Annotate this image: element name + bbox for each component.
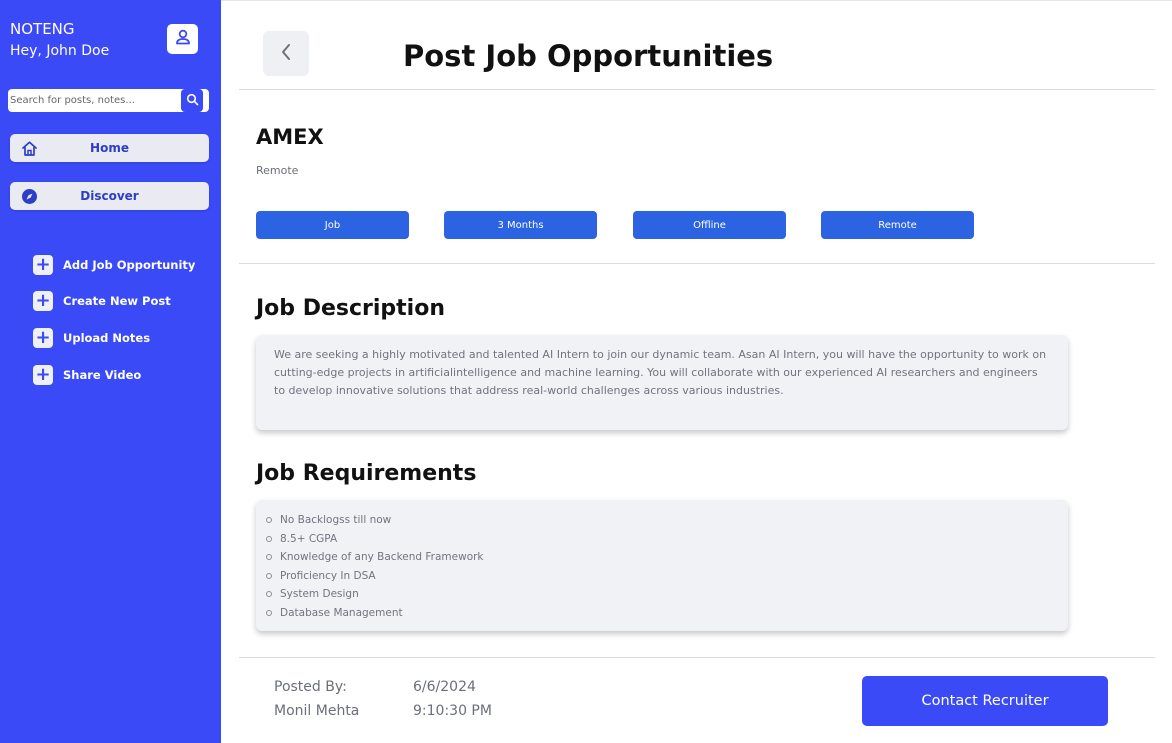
divider [239, 657, 1155, 658]
back-button[interactable] [263, 31, 309, 76]
plus-icon: + [33, 365, 53, 385]
requirements-list: No Backlogss till now 8.5+ CGPA Knowledg… [266, 511, 1058, 622]
requirement-text: Proficiency In DSA [280, 569, 376, 582]
divider [239, 263, 1155, 264]
job-requirements-title: Job Requirements [256, 461, 477, 486]
search-bar [8, 89, 209, 112]
requirement-text: 8.5+ CGPA [280, 532, 338, 545]
create-new-post-label: Create New Post [63, 294, 171, 308]
bullet-icon [266, 554, 272, 561]
requirement-text: Database Management [280, 606, 403, 619]
list-item: Proficiency In DSA [266, 567, 1058, 586]
list-item: Database Management [266, 604, 1058, 623]
brand-name: NOTENG [10, 20, 75, 38]
bullet-icon [266, 517, 272, 524]
job-requirements-card: No Backlogss till now 8.5+ CGPA Knowledg… [256, 500, 1068, 631]
divider [239, 89, 1155, 90]
sidebar: NOTENG Hey, John Doe Search for posts, n… [0, 0, 221, 743]
company-name: AMEX [256, 125, 324, 149]
nav-home-label: Home [90, 141, 129, 155]
main-content: Post Job Opportunities AMEX Remote Job 3… [221, 0, 1172, 743]
plus-icon: + [33, 328, 53, 348]
app-root: NOTENG Hey, John Doe Search for posts, n… [0, 0, 1172, 743]
bullet-icon [266, 591, 272, 598]
home-icon [20, 139, 38, 157]
share-video-button[interactable]: + Share Video [33, 364, 141, 386]
job-description-card: We are seeking a highly motivated and ta… [256, 335, 1068, 430]
job-location: Remote [256, 164, 299, 177]
requirement-text: No Backlogss till now [280, 514, 392, 526]
requirement-text: System Design [280, 588, 359, 600]
user-greeting: Hey, John Doe [10, 43, 110, 59]
search-input[interactable] [8, 89, 178, 112]
list-item: No Backlogss till now [266, 511, 1058, 530]
plus-icon: + [33, 255, 53, 275]
tag-job-type[interactable]: Job [256, 211, 409, 239]
upload-notes-label: Upload Notes [63, 331, 151, 345]
job-description-title: Job Description [256, 296, 445, 321]
nav-discover-button[interactable]: Discover [10, 182, 209, 210]
bullet-icon [266, 609, 272, 616]
user-icon [174, 28, 192, 50]
tag-mode[interactable]: Offline [633, 211, 786, 239]
page-title: Post Job Opportunities [403, 39, 774, 73]
plus-icon: + [33, 291, 53, 311]
nav-home-button[interactable]: Home [10, 134, 209, 162]
profile-button[interactable] [167, 24, 198, 54]
poster-name: Monil Mehta [274, 703, 360, 719]
nav-discover-label: Discover [80, 189, 139, 203]
posted-time: 9:10:30 PM [413, 703, 492, 719]
share-video-label: Share Video [63, 368, 142, 382]
job-description-text: We are seeking a highly motivated and ta… [274, 348, 1047, 397]
requirement-text: Knowledge of any Backend Framework [280, 551, 484, 563]
list-item: 8.5+ CGPA [266, 530, 1058, 549]
tag-location[interactable]: Remote [821, 211, 974, 239]
list-item: System Design [266, 585, 1058, 604]
bullet-icon [266, 572, 272, 579]
posted-date: 6/6/2024 [413, 679, 476, 695]
bullet-icon [266, 535, 272, 542]
create-new-post-button[interactable]: + Create New Post [33, 290, 171, 312]
add-job-opportunity-label: Add Job Opportunity [63, 258, 196, 272]
upload-notes-button[interactable]: + Upload Notes [33, 327, 150, 349]
chevron-left-icon [279, 42, 293, 66]
list-item: Knowledge of any Backend Framework [266, 548, 1058, 567]
tag-duration[interactable]: 3 Months [444, 211, 597, 239]
search-button[interactable] [181, 89, 203, 112]
compass-icon [20, 187, 38, 205]
contact-recruiter-button[interactable]: Contact Recruiter [862, 676, 1108, 726]
search-icon [186, 91, 199, 110]
add-job-opportunity-button[interactable]: + Add Job Opportunity [33, 254, 195, 276]
posted-by-label: Posted By: [274, 679, 347, 695]
